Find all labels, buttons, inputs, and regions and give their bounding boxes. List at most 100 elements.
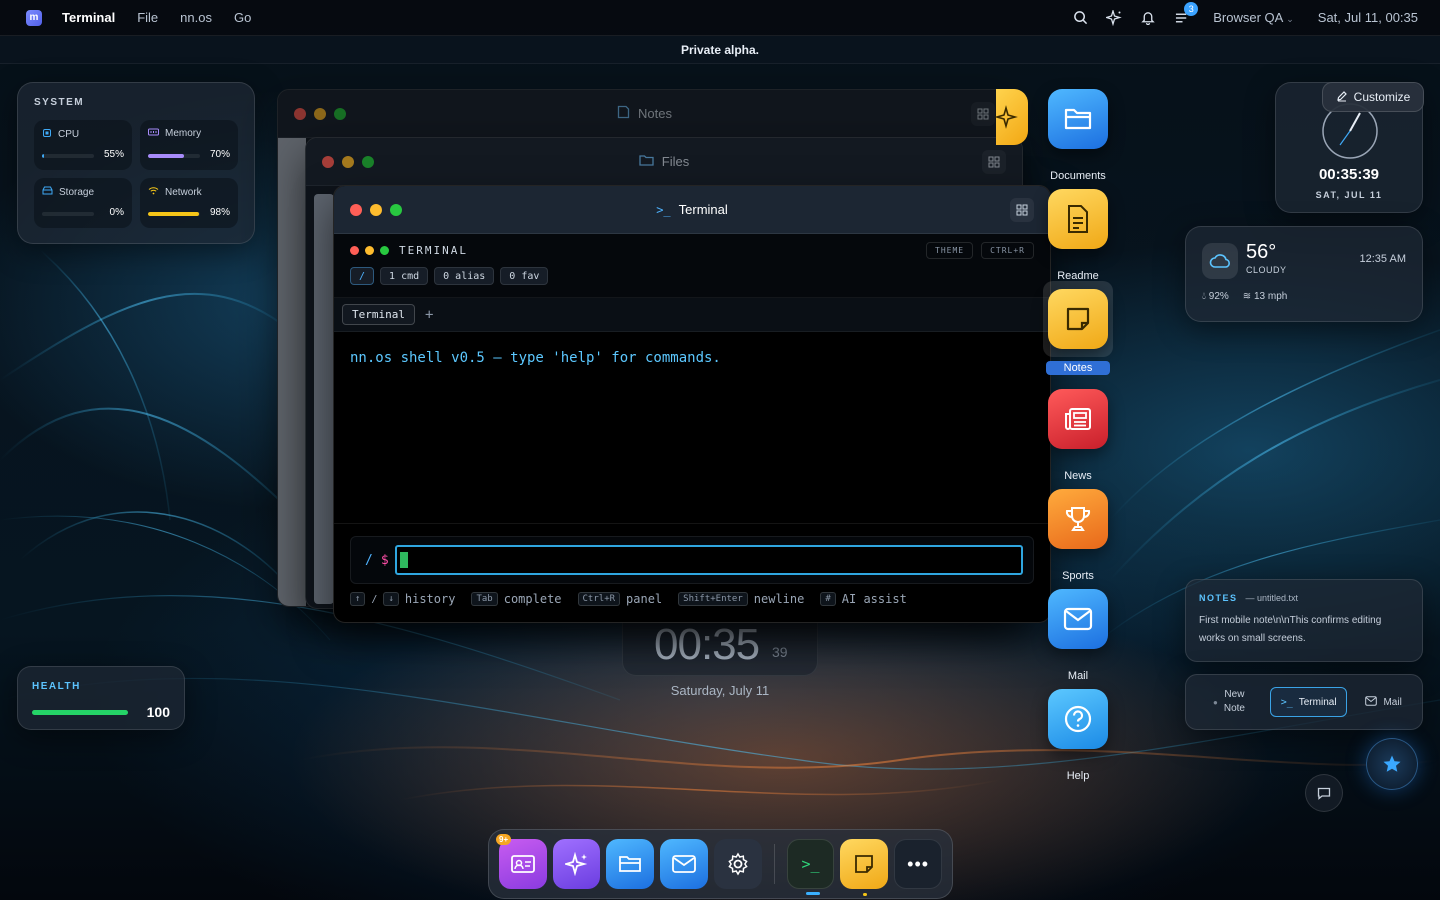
assistant-fab[interactable] [1366,738,1418,790]
weather-widget: 56° CLOUDY 12:35 AM 💧︎ 92% ≋ 13 mph [1185,226,1423,322]
desktop-icon-sports[interactable]: Sports [1038,489,1118,584]
storage-label: Storage [59,186,95,198]
prompt-symbol: $ [380,552,389,568]
cpu-label: CPU [58,129,80,140]
menu-file[interactable]: File [137,10,158,25]
dock-mail[interactable] [660,839,708,889]
minimize-button[interactable] [314,107,326,120]
maximize-button[interactable] [334,107,346,120]
wind: ≋ 13 mph [1243,291,1288,302]
dock-separator [773,844,775,884]
memory-label: Memory [165,128,202,139]
window-layout-button[interactable] [982,149,1006,174]
system-widget-title: SYSTEM [34,97,85,108]
desktop-icon-label: Documents [1050,170,1106,182]
desktop-icon-label: Notes [1046,361,1110,375]
notes-sidebar [278,138,306,606]
terminal-window[interactable]: >_ Terminal TERMINAL THEME CTRL+R / 1 cmd… [333,185,1051,623]
fav-count-chip[interactable]: 0 fav [500,267,549,285]
folder-icon [639,154,654,169]
notes-titlebar[interactable]: Notes [278,90,1011,138]
ctrl-r-button[interactable]: CTRL+R [981,242,1034,259]
maximize-button[interactable] [362,155,374,168]
terminal-header: TERMINAL THEME CTRL+R / 1 cmd 0 alias 0 … [334,234,1050,298]
health-title: HEALTH [32,681,81,692]
maximize-button[interactable] [390,203,402,216]
active-app-name[interactable]: Terminal [62,10,115,25]
files-titlebar[interactable]: Files [306,138,1022,186]
grid-icon [977,108,989,119]
dock-notes[interactable] [840,839,889,896]
terminal-command-input[interactable] [394,545,1023,575]
menubar-datetime[interactable]: Sat, Jul 11, 00:35 [1318,10,1418,25]
close-button[interactable] [350,203,362,216]
terminal-header-label: TERMINAL [399,244,468,257]
network-label: Network [165,186,202,198]
dock-badge: 9+ [496,834,512,845]
desktop-icon-readme[interactable]: Readme [1038,189,1118,284]
terminal-prompt: / $ [350,536,1034,584]
weather-temp: 56° [1246,241,1277,263]
search-icon[interactable] [1063,6,1097,30]
task-list-icon[interactable]: 3 [1165,1,1199,30]
ctrl-r-key: Ctrl+R [577,592,621,606]
profile-menu[interactable]: Browser QA ⌄ [1213,10,1294,25]
dock-contacts[interactable]: 9+ [496,834,547,889]
close-button[interactable] [294,107,306,120]
hint-history: history [404,592,456,606]
ai-sparkle-icon[interactable] [1097,6,1131,30]
minimize-button[interactable] [370,203,382,216]
dock-settings[interactable] [713,839,762,889]
note-icon [617,105,630,122]
bell-icon[interactable] [1131,6,1165,30]
droplet-icon: 💧︎ [1202,291,1206,302]
menu-nnos[interactable]: nn.os [180,10,212,25]
memory-icon [148,128,159,139]
menu-go[interactable]: Go [234,10,251,25]
open-terminal-button[interactable]: >_ Terminal [1270,687,1348,717]
window-layout-button[interactable] [971,101,995,126]
notes-icon [855,855,874,873]
star-icon [1383,755,1401,772]
close-button[interactable] [322,155,334,168]
status-dot [350,246,359,255]
help-icon [1048,689,1108,749]
dock-ai[interactable] [552,839,601,889]
cwd-chip[interactable]: / [350,267,375,285]
desktop-icon-documents[interactable]: Documents [1038,89,1118,184]
notes-widget[interactable]: NOTES — untitled.txt First mobile note\n\… [1185,579,1423,662]
alias-count-chip[interactable]: 0 alias [434,267,495,285]
humidity-value: 92% [1208,291,1229,302]
notes-widget-title: NOTES [1199,593,1238,603]
humidity: 💧︎ 92% [1202,291,1229,302]
cmd-count-chip[interactable]: 1 cmd [380,267,429,285]
new-note-label-line1: New [1224,689,1245,700]
desktop-icon-news[interactable]: News [1038,389,1118,484]
open-mail-button[interactable]: Mail [1355,687,1412,717]
terminal-titlebar[interactable]: >_ Terminal [334,186,1050,234]
grid-icon [1016,204,1028,215]
quick-actions: ● New Note >_ Terminal Mail [1185,674,1423,730]
cpu-value: 55% [103,149,124,160]
status-dot [380,246,389,255]
dock-files[interactable] [606,839,655,889]
dock-more[interactable]: ••• [894,839,943,889]
tab-terminal[interactable]: Terminal [342,304,415,325]
desktop-icon-label: Help [1066,770,1090,782]
desktop-icon-help[interactable]: Help [1038,689,1118,784]
customize-button[interactable]: Customize [1322,82,1424,112]
add-tab-button[interactable]: + [425,307,433,323]
desktop-icon-notes[interactable]: Notes [1038,281,1118,376]
desktop-clock: 00:35 39 [622,618,818,676]
new-note-button[interactable]: ● New Note [1196,687,1262,717]
profile-name: Browser QA [1213,10,1283,25]
ai-app-desktop-icon[interactable] [994,89,1028,145]
arrow-up-key: ↑ [350,592,366,606]
app-logo-icon[interactable]: m [26,9,42,26]
dock-terminal[interactable]: >_ [786,839,835,895]
minimize-button[interactable] [342,155,354,168]
chat-button[interactable] [1305,774,1343,812]
desktop-icon-mail[interactable]: Mail [1038,589,1118,684]
window-layout-button[interactable] [1010,197,1034,222]
theme-button[interactable]: THEME [926,242,974,259]
